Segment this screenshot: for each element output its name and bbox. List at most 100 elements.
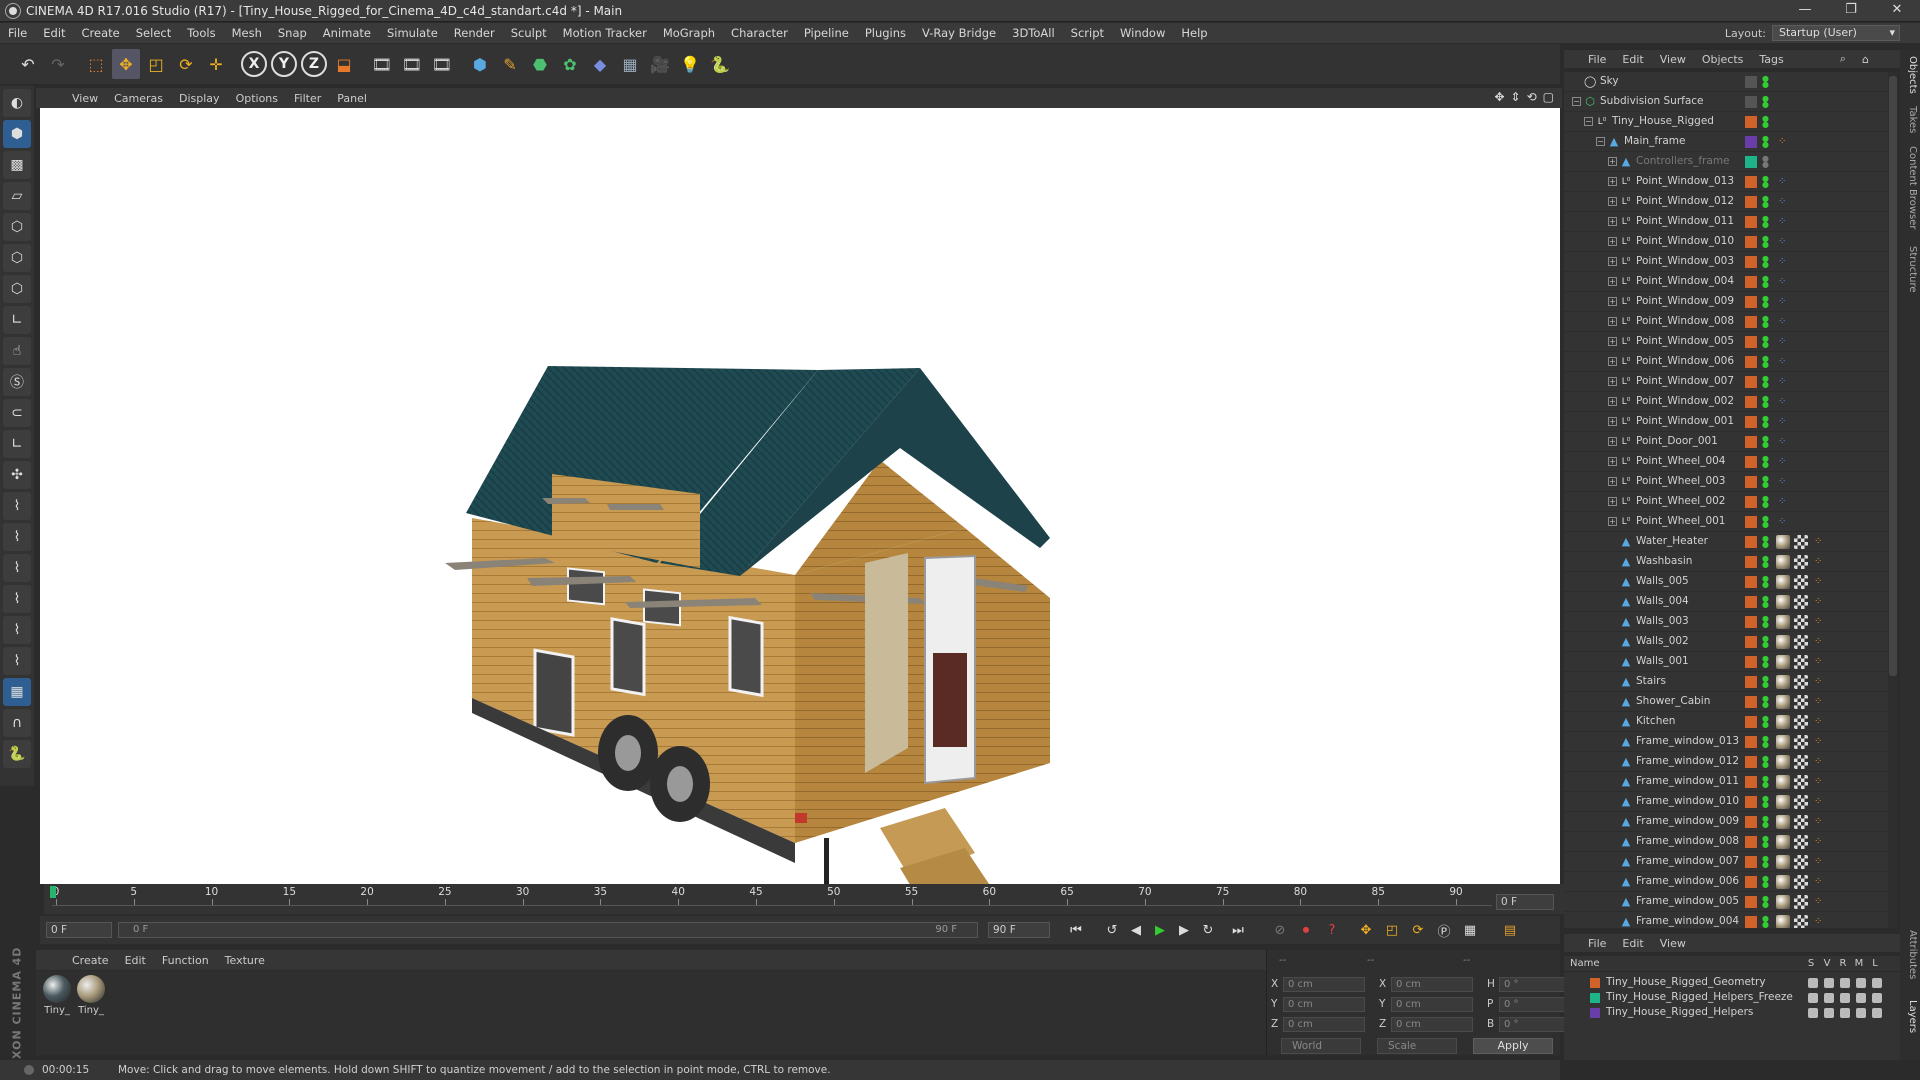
visibility-dots-icon[interactable]: ● ● — [1762, 775, 1769, 789]
constraint-tag-icon[interactable]: ⁘ — [1778, 216, 1790, 228]
viewport-menu-filter[interactable]: Filter — [286, 92, 329, 105]
pen-spline-icon[interactable]: ✎ — [496, 49, 524, 79]
view-toggle-icon[interactable] — [1824, 1008, 1834, 1018]
visibility-dots-icon[interactable]: ● ● — [1762, 855, 1769, 869]
rotate-tool-icon[interactable]: ⟳ — [172, 49, 200, 79]
object-row[interactable]: ▲ Walls_003 ● ● ⁘ — [1564, 612, 1888, 632]
menu-window[interactable]: Window — [1112, 26, 1173, 40]
x-axis-lock-icon[interactable]: X — [240, 49, 268, 79]
goto-end-icon[interactable]: ⏭ — [1226, 919, 1250, 941]
xpresso-tag-icon[interactable]: ⁘ — [1778, 136, 1790, 148]
layer-color-chip[interactable] — [1745, 276, 1757, 288]
texture-tag-icon[interactable] — [1794, 855, 1808, 869]
render-toggle-icon[interactable] — [1840, 993, 1850, 1003]
texture-tag-icon[interactable] — [1794, 595, 1808, 609]
layer-color-chip[interactable] — [1745, 796, 1757, 808]
menu-vray-bridge[interactable]: V-Ray Bridge — [914, 26, 1004, 40]
manager-toggle-icon[interactable] — [1856, 978, 1866, 988]
phong-tag-icon[interactable] — [1776, 855, 1790, 869]
object-row[interactable]: + L⁰ Point_Window_010 ● ● ⁘ — [1564, 232, 1888, 252]
layer-color-chip[interactable] — [1745, 716, 1757, 728]
workplane-axis-icon[interactable]: ∟ — [3, 430, 31, 458]
coordinate-system-icon[interactable]: ⬓ — [330, 49, 358, 79]
search-icon[interactable]: ⌕ — [1832, 52, 1854, 66]
phong-tag-icon[interactable] — [1776, 535, 1790, 549]
object-row[interactable]: ▲ Walls_005 ● ● ⁘ — [1564, 572, 1888, 592]
material-menu-create[interactable]: Create — [64, 954, 117, 967]
layer-color-chip[interactable] — [1745, 236, 1757, 248]
visibility-dots-icon[interactable]: ● ● — [1762, 175, 1769, 189]
keyframe-selection-icon[interactable]: ? — [1320, 919, 1344, 941]
expand-toggle-icon[interactable]: − — [1572, 97, 1581, 106]
menu-script[interactable]: Script — [1063, 26, 1112, 40]
redo-icon[interactable]: ↷ — [44, 49, 72, 79]
visibility-dots-icon[interactable]: ● ● — [1762, 155, 1769, 169]
texture-tag-icon[interactable] — [1794, 535, 1808, 549]
texture-tag-icon[interactable] — [1794, 835, 1808, 849]
record-keys-icon[interactable]: ⊘ — [1268, 919, 1292, 941]
phong-tag-icon[interactable] — [1776, 895, 1790, 909]
object-menu-view[interactable]: View — [1652, 53, 1694, 66]
object-row[interactable]: + L⁰ Point_Window_012 ● ● ⁘ — [1564, 192, 1888, 212]
object-row[interactable]: ▲ Frame_window_005 ● ● ⁘ — [1564, 892, 1888, 912]
constraint-tag-icon[interactable]: ⁘ — [1778, 516, 1790, 528]
object-row[interactable]: ◯ Sky ● ● — [1564, 72, 1888, 92]
weight-tag-icon[interactable]: ⁘ — [1814, 596, 1826, 608]
play-icon[interactable]: ▶ — [1148, 919, 1172, 941]
object-row[interactable]: + L⁰ Point_Wheel_003 ● ● ⁘ — [1564, 472, 1888, 492]
object-row[interactable]: + ▲ Controllers_frame ● ● — [1564, 152, 1888, 172]
menu-file[interactable]: File — [0, 26, 35, 40]
weight-tag-icon[interactable]: ⁘ — [1814, 836, 1826, 848]
layer-color-chip[interactable] — [1745, 316, 1757, 328]
phong-tag-icon[interactable] — [1776, 555, 1790, 569]
layer-color-chip[interactable] — [1745, 356, 1757, 368]
expand-toggle-icon[interactable]: + — [1608, 517, 1617, 526]
object-row[interactable]: ▲ Frame_window_006 ● ● ⁘ — [1564, 872, 1888, 892]
visibility-dots-icon[interactable]: ● ● — [1762, 555, 1769, 569]
constraint-tag-icon[interactable]: ⁘ — [1778, 356, 1790, 368]
timeline-ruler[interactable]: 0 5 10 15 20 25 30 35 40 45 50 55 60 65 70 75 80 85 90 0 F — [44, 884, 1564, 914]
layer-color-chip[interactable] — [1745, 296, 1757, 308]
render-picture-viewer-icon[interactable]: 🎞 — [398, 49, 426, 79]
visibility-dots-icon[interactable]: ● ● — [1762, 535, 1769, 549]
layer-row[interactable]: Tiny_House_Rigged_Helpers — [1564, 1006, 1900, 1020]
constraint-tag-icon[interactable]: ⁘ — [1778, 176, 1790, 188]
workplane-icon[interactable]: ▱ — [3, 182, 31, 210]
visibility-dots-icon[interactable]: ● ● — [1762, 515, 1769, 529]
texture-tag-icon[interactable] — [1794, 655, 1808, 669]
menu-render[interactable]: Render — [446, 26, 503, 40]
position-y-field[interactable]: 0 cm — [1283, 996, 1365, 1012]
expand-toggle-icon[interactable]: + — [1608, 397, 1617, 406]
menu-3dtoall[interactable]: 3DToAll — [1004, 26, 1063, 40]
position-x-field[interactable]: 0 cm — [1283, 976, 1365, 992]
layer-color-chip[interactable] — [1745, 536, 1757, 548]
deformer-icon[interactable]: ◆ — [586, 49, 614, 79]
inflate-brush-icon[interactable]: ⌇ — [3, 616, 31, 644]
layer-color-chip[interactable] — [1745, 816, 1757, 828]
layer-color-chip[interactable] — [1745, 516, 1757, 528]
visibility-dots-icon[interactable]: ● ● — [1762, 115, 1769, 129]
next-frame-icon[interactable]: ▶ — [1172, 919, 1196, 941]
start-frame-field[interactable]: 0 F — [46, 922, 112, 938]
solo-toggle-icon[interactable] — [1808, 978, 1818, 988]
live-selection-icon[interactable]: ⬚ — [82, 49, 110, 79]
end-frame-field[interactable]: 90 F — [988, 922, 1050, 938]
layer-color-chip[interactable] — [1745, 76, 1757, 88]
tab-attributes[interactable]: Attributes — [1902, 930, 1918, 979]
move-tool-icon[interactable]: ✥ — [112, 49, 140, 79]
layer-color-chip[interactable] — [1745, 556, 1757, 568]
constraint-tag-icon[interactable]: ⁘ — [1778, 476, 1790, 488]
object-row[interactable]: + L⁰ Point_Wheel_001 ● ● ⁘ — [1564, 512, 1888, 532]
material-swatch[interactable]: Tiny_ — [42, 975, 72, 1016]
expand-toggle-icon[interactable]: + — [1608, 277, 1617, 286]
previous-frame-icon[interactable]: ◀ — [1124, 919, 1148, 941]
constraint-tag-icon[interactable]: ⁘ — [1778, 196, 1790, 208]
texture-tag-icon[interactable] — [1794, 735, 1808, 749]
layer-color-chip[interactable] — [1745, 396, 1757, 408]
enabled-check-icon[interactable]: ✓ — [1762, 96, 1774, 108]
grid-snap-icon[interactable]: ▦ — [3, 678, 31, 706]
layer-color-chip[interactable] — [1745, 156, 1757, 168]
layer-color-chip[interactable] — [1745, 616, 1757, 628]
object-row[interactable]: + L⁰ Point_Wheel_002 ● ● ⁘ — [1564, 492, 1888, 512]
object-row[interactable]: − ▲ Main_frame ● ● ⁘ — [1564, 132, 1888, 152]
